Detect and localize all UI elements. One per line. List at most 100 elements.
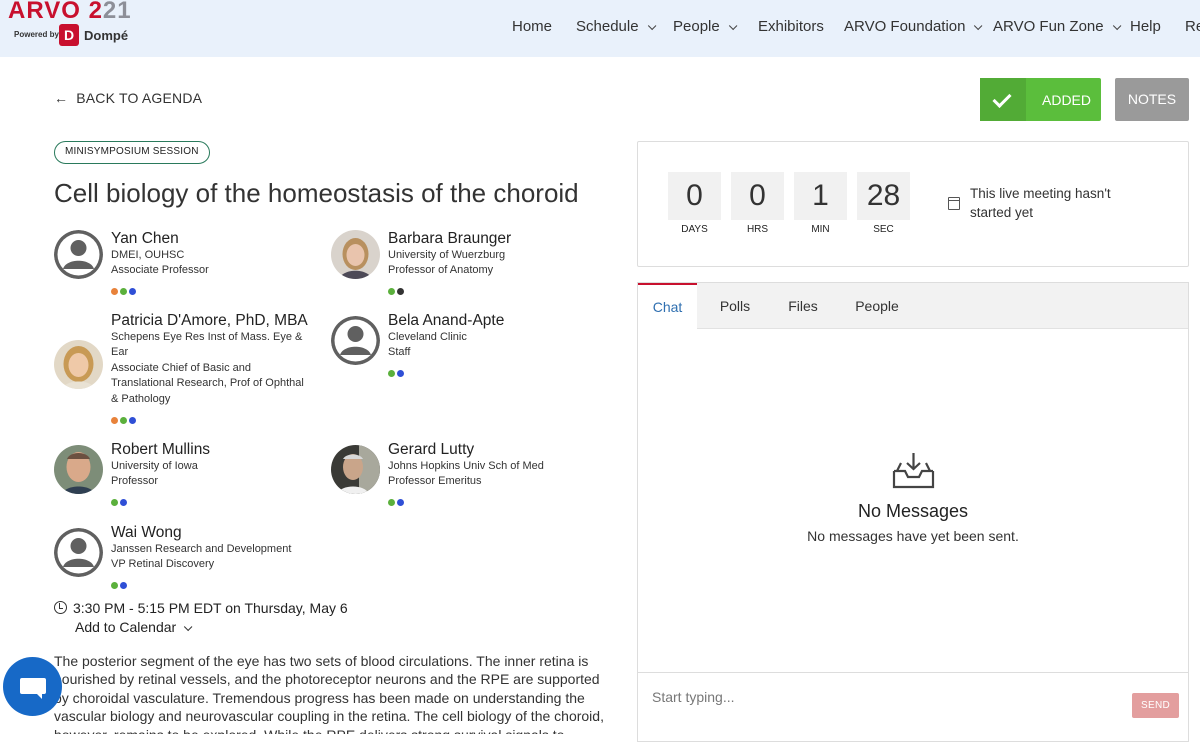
speaker-card[interactable]: Patricia D'Amore, PhD, MBA Schepens Eye …: [54, 312, 308, 424]
nav-people[interactable]: People: [673, 18, 738, 35]
session-title: Cell biology of the homeostasis of the c…: [54, 178, 579, 208]
countdown-hours-label: HRS: [746, 224, 769, 235]
speaker-tags: [111, 411, 138, 424]
session-time: 3:30 PM - 5:15 PM EDT on Thursday, May 6: [54, 600, 348, 616]
chat-bubble-icon: [20, 678, 46, 694]
session-description: The posterior segment of the eye has two…: [54, 653, 604, 734]
speaker-tags: [111, 493, 129, 506]
chat-panel: Chat Polls Files People No Messages No m…: [637, 282, 1189, 742]
countdown-days-value: 0: [668, 172, 721, 220]
speaker-name: Robert Mullins: [111, 441, 211, 458]
speaker-name: Gerard Lutty: [388, 441, 475, 458]
tag-dot: [120, 417, 127, 424]
nav-exhibitors[interactable]: Exhibitors: [758, 18, 824, 35]
speaker-photo: [331, 445, 380, 494]
checkmark-icon: [992, 88, 1012, 109]
tag-dot: [388, 288, 395, 295]
chat-launcher-button[interactable]: [3, 657, 62, 716]
speaker-role: Professor of Anatomy: [388, 264, 494, 276]
avatar-placeholder-icon: [331, 316, 380, 365]
speaker-role: & Pathology: [111, 393, 171, 405]
tag-dot: [129, 417, 136, 424]
session-type-badge: MINISYMPOSIUM SESSION: [54, 141, 210, 164]
nav-truncated-item[interactable]: Re: [1185, 18, 1200, 35]
added-label: ADDED: [1042, 92, 1092, 108]
tag-dot: [120, 499, 127, 506]
speaker-role: VP Retinal Discovery: [111, 558, 215, 570]
tag-dot: [129, 288, 136, 295]
speaker-card[interactable]: Gerard Lutty Johns Hopkins Univ Sch of M…: [331, 441, 581, 511]
notes-button[interactable]: NOTES: [1115, 78, 1189, 121]
empty-state-title: No Messages: [857, 501, 969, 521]
speaker-tags: [111, 282, 138, 295]
speaker-affiliation: University of Wuerzburg: [388, 249, 506, 261]
tag-dot: [397, 288, 404, 295]
nav-arvo-fun-zone[interactable]: ARVO Fun Zone: [993, 18, 1121, 35]
logo-title: ARVO 221: [8, 0, 132, 24]
tag-dot: [388, 370, 395, 377]
tab-polls[interactable]: Polls: [707, 283, 763, 329]
speaker-card[interactable]: Barbara Braunger University of Wuerzburg…: [331, 230, 581, 300]
tag-dot: [111, 582, 118, 589]
inbox-icon: [892, 453, 935, 489]
avatar-placeholder-icon: [54, 528, 103, 577]
back-to-agenda-link[interactable]: ← BACK TO AGENDA: [54, 90, 202, 106]
tab-people[interactable]: People: [845, 283, 909, 329]
speaker-photo: [331, 230, 380, 279]
clock-icon: [54, 601, 67, 614]
countdown-days-label: DAYS: [681, 224, 708, 235]
chevron-down-icon: [728, 21, 738, 31]
tag-dot: [120, 582, 127, 589]
tag-dot: [111, 288, 118, 295]
speaker-photo: [54, 340, 103, 389]
chat-bubble-tail: [36, 693, 42, 699]
speaker-affiliation: University of Iowa: [111, 460, 198, 472]
countdown-card: 0 DAYS 0 HRS 1 MIN 28 SEC This live meet…: [637, 141, 1189, 267]
top-navigation-bar: ARVO 221 Powered by D Dompé Home Schedul…: [0, 0, 1200, 57]
speaker-name: Yan Chen: [111, 230, 179, 247]
speaker-name: Wai Wong: [111, 524, 182, 541]
nav-help[interactable]: Help: [1130, 18, 1161, 35]
send-button[interactable]: SEND: [1132, 693, 1179, 718]
chevron-down-icon: [1112, 21, 1121, 31]
arrow-left-icon: ←: [54, 90, 69, 106]
nav-arvo-foundation[interactable]: ARVO Foundation: [844, 18, 983, 35]
speaker-affiliation: DMEI, OUHSC: [111, 249, 185, 261]
tab-files[interactable]: Files: [779, 283, 827, 329]
speaker-card[interactable]: Bela Anand-Apte Cleveland Clinic Staff: [331, 312, 581, 382]
added-to-agenda-button[interactable]: ADDED: [980, 78, 1101, 121]
speaker-tags: [388, 282, 406, 295]
nav-schedule[interactable]: Schedule: [576, 18, 656, 35]
speaker-role: Associate Chief of Basic and: [111, 362, 252, 374]
tag-dot: [120, 288, 127, 295]
chat-message-input[interactable]: [640, 673, 1122, 721]
speaker-name: Barbara Braunger: [388, 230, 512, 247]
speaker-photo: [54, 445, 103, 494]
speaker-affiliation: Ear: [111, 346, 129, 358]
tab-chat[interactable]: Chat: [638, 283, 697, 329]
calendar-icon: [948, 197, 960, 210]
speaker-affiliation: Johns Hopkins Univ Sch of Med: [388, 460, 544, 472]
tag-dot: [111, 417, 118, 424]
speaker-name: Patricia D'Amore, PhD, MBA: [111, 312, 308, 329]
speaker-card[interactable]: Wai Wong Janssen Research and Developmen…: [54, 524, 304, 594]
tag-dot: [397, 370, 404, 377]
nav-home[interactable]: Home: [512, 18, 552, 35]
arvo-2021-logo[interactable]: ARVO 221 Powered by D Dompé: [8, 0, 138, 50]
logo-powered-by: Powered by: [14, 30, 59, 39]
chevron-down-icon: [184, 622, 193, 632]
speaker-tags: [388, 364, 406, 377]
live-status-text: This live meeting hasn't started yet: [970, 186, 1111, 220]
speaker-card[interactable]: Yan Chen DMEI, OUHSC Associate Professor: [54, 230, 304, 300]
speaker-tags: [388, 493, 406, 506]
speaker-affiliation: Janssen Research and Development: [111, 543, 292, 555]
speaker-name: Bela Anand-Apte: [388, 312, 505, 329]
avatar-placeholder-icon: [54, 230, 103, 279]
speaker-tags: [111, 576, 129, 589]
logo-sponsor: Dompé: [84, 28, 129, 43]
add-to-calendar-dropdown[interactable]: Add to Calendar: [75, 619, 193, 635]
chat-composer: SEND: [638, 672, 1188, 742]
tag-dot: [388, 499, 395, 506]
added-check-area: [980, 78, 1026, 121]
speaker-card[interactable]: Robert Mullins University of Iowa Profes…: [54, 441, 304, 511]
